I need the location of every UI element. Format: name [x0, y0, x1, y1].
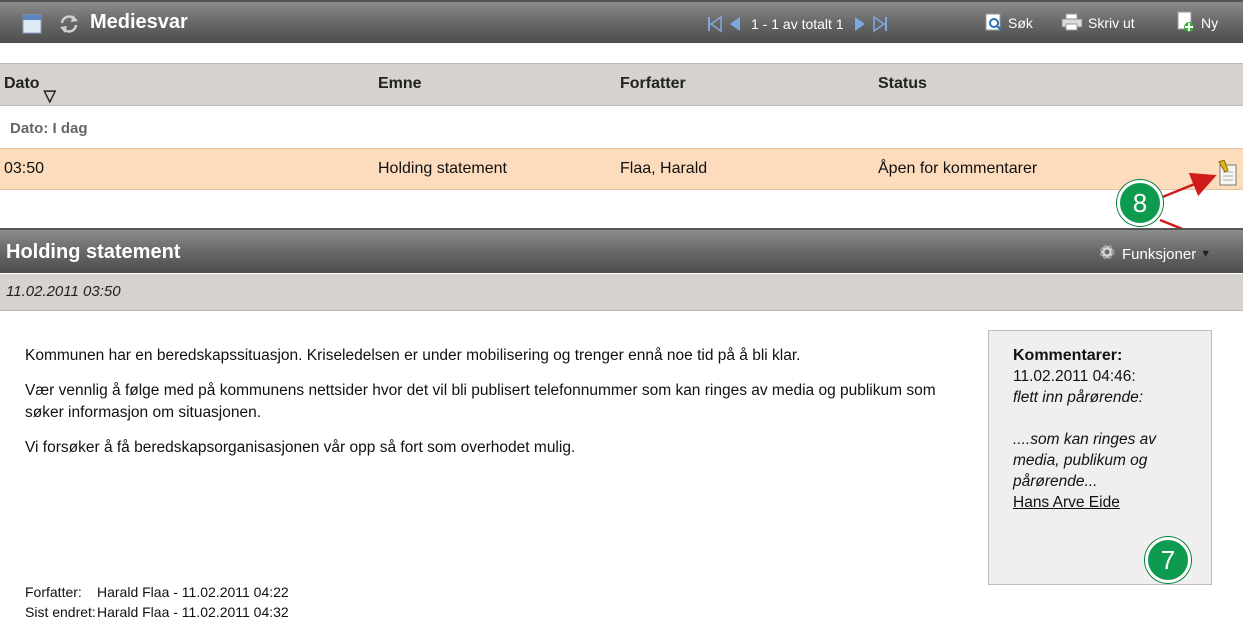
gear-icon	[1098, 243, 1116, 265]
changed-meta-label: Sist endret:	[25, 604, 96, 620]
annotation-badge-7: 7	[1145, 537, 1191, 583]
comment-line: flett inn pårørende:	[1013, 389, 1144, 406]
author-meta-label: Forfatter:	[25, 584, 82, 600]
comments-heading: Kommentarer:	[1013, 347, 1123, 364]
author-meta-value: Harald Flaa - 11.02.2011 04:22	[97, 584, 289, 600]
paragraph: Kommunen har en beredskapssituasjon. Kri…	[25, 347, 801, 364]
functions-menu-button[interactable]: Funksjoner ▼	[1098, 243, 1211, 265]
detail-panel-header: Holding statement Funksjoner ▼	[0, 228, 1243, 273]
comment-line: ....som kan ringes av media, publikum og…	[1013, 431, 1157, 490]
detail-date: 11.02.2011 03:50	[6, 283, 121, 300]
chevron-down-icon: ▼	[1200, 248, 1212, 260]
comment-author-link[interactable]: Hans Arve Eide	[1013, 494, 1120, 511]
paragraph: Vi forsøker å få beredskapsorganisasjone…	[25, 439, 576, 456]
changed-meta-value: Harald Flaa - 11.02.2011 04:32	[97, 604, 289, 620]
comment-timestamp: 11.02.2011 04:46:	[1013, 368, 1136, 385]
detail-date-bar: 11.02.2011 03:50	[0, 274, 1243, 311]
annotation-badge-8: 8	[1117, 180, 1163, 226]
statement-meta: Forfatter: Harald Flaa - 11.02.2011 04:22…	[25, 582, 289, 622]
functions-label: Funksjoner	[1122, 245, 1197, 263]
annotation-arrow-to-edit	[1159, 172, 1217, 200]
detail-title: Holding statement	[6, 241, 181, 263]
statement-body: Kommunen har en beredskapssituasjon. Kri…	[25, 345, 955, 472]
paragraph: Vær vennlig å følge med på kommunens net…	[25, 382, 936, 421]
